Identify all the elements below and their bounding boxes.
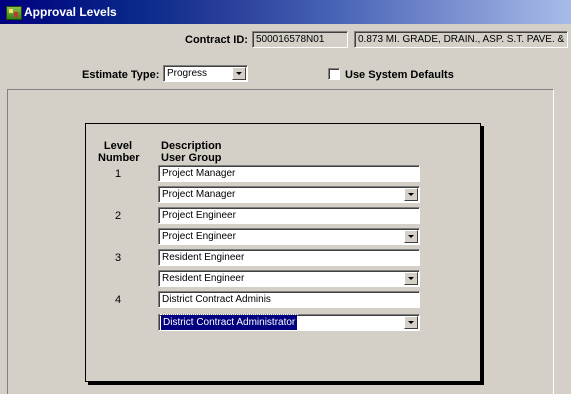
level-number: 1	[114, 168, 122, 180]
level-number-header: Level Number	[98, 140, 140, 164]
user-group-value: Resident Engineer	[162, 273, 245, 284]
use-system-defaults-checkbox[interactable]	[328, 68, 340, 80]
description-field[interactable]: Resident Engineer	[158, 249, 420, 266]
user-group-select[interactable]: District Contract Administrator	[158, 314, 420, 331]
estimate-type-select[interactable]: Progress	[163, 65, 248, 82]
estimate-type-value: Progress	[167, 68, 208, 79]
user-group-select[interactable]: Project Engineer	[158, 228, 420, 245]
contract-id-label: Contract ID:	[185, 34, 248, 46]
chevron-down-icon[interactable]	[404, 316, 418, 329]
level-number: 2	[114, 210, 122, 222]
window-title: Approval Levels	[24, 5, 117, 19]
contract-description-field[interactable]: 0.873 MI. GRADE, DRAIN., ASP. S.T. PAVE.…	[354, 31, 568, 48]
chevron-down-icon[interactable]	[404, 188, 418, 201]
user-group-value: Project Manager	[162, 189, 236, 200]
description-header: Description User Group	[161, 140, 222, 164]
user-group-select[interactable]: Resident Engineer	[158, 270, 420, 287]
contract-id-field[interactable]: 500016578N01	[252, 31, 348, 48]
description-header-line1: Description	[161, 140, 222, 152]
description-field[interactable]: Project Manager	[158, 165, 420, 182]
chevron-down-icon[interactable]	[404, 230, 418, 243]
level-number: 3	[114, 252, 122, 264]
user-group-select[interactable]: Project Manager	[158, 186, 420, 203]
estimate-type-label: Estimate Type:	[82, 69, 160, 81]
description-field[interactable]: District Contract Adminis	[158, 291, 420, 308]
title-bar: Approval Levels	[0, 0, 571, 24]
app-icon	[6, 6, 22, 20]
level-header-line2: Number	[98, 152, 140, 164]
user-group-value: Project Engineer	[162, 231, 236, 242]
user-group-value: District Contract Administrator	[159, 314, 299, 331]
chevron-down-icon[interactable]	[404, 272, 418, 285]
level-header-line1: Level	[103, 140, 133, 152]
user-group-header-line2: User Group	[161, 152, 222, 164]
use-system-defaults-label: Use System Defaults	[345, 69, 454, 81]
chevron-down-icon[interactable]	[232, 67, 246, 80]
description-field[interactable]: Project Engineer	[158, 207, 420, 224]
level-number: 4	[114, 294, 122, 306]
